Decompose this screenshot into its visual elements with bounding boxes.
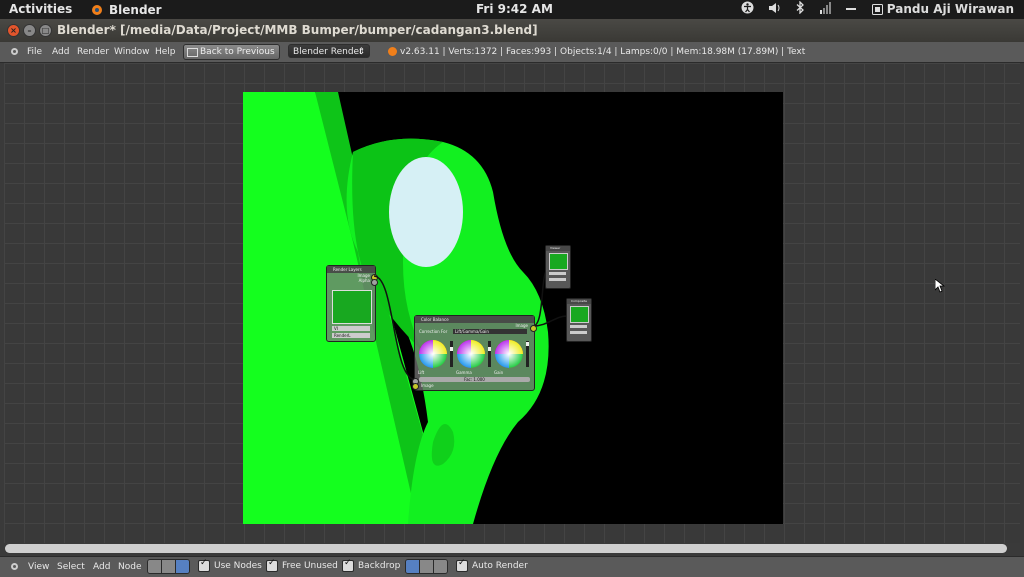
viewer-field[interactable]: [549, 272, 566, 275]
checkbox-icon: [456, 558, 468, 572]
shader-nodes-icon[interactable]: [148, 560, 162, 573]
editor-type-icon[interactable]: [10, 562, 19, 574]
node-links: [373, 269, 568, 381]
viewer-field[interactable]: [549, 278, 566, 281]
correction-label: Correction For: [419, 328, 448, 334]
composite-preview: [570, 306, 589, 323]
free-unused-toggle[interactable]: Free Unused: [266, 558, 338, 572]
backdrop-label: Backdrop: [358, 561, 401, 571]
node-editor-header: View Select Add Node Use Nodes Free Unus…: [0, 556, 1024, 577]
node-tree-type-buttons: [147, 559, 190, 574]
correction-method-select[interactable]: Lift/Gamma/Gain: [453, 328, 527, 334]
color-wheels: [418, 339, 532, 369]
alpha-icon[interactable]: [434, 560, 447, 573]
checkbox-icon: [266, 558, 278, 572]
free-unused-label: Free Unused: [282, 561, 338, 571]
composite-node-title: Composite: [567, 299, 591, 304]
menu-node[interactable]: Node: [118, 562, 142, 572]
gain-label: Gain: [494, 370, 504, 375]
backdrop-channel-buttons: [405, 559, 448, 574]
menu-select[interactable]: Select: [57, 562, 85, 572]
horizontal-scrollbar[interactable]: [5, 544, 1007, 553]
color-balance-node[interactable]: Color Balance Image Correction For Lift/…: [412, 315, 537, 391]
gamma-label: Gamma: [456, 370, 472, 375]
use-nodes-toggle[interactable]: Use Nodes: [198, 558, 262, 572]
menu-add[interactable]: Add: [93, 562, 110, 572]
wheel-labels: Lift Gamma Gain: [418, 370, 532, 375]
correction-row: Correction For Lift/Gamma/Gain: [415, 328, 534, 334]
viewer-node[interactable]: Viewer: [545, 245, 571, 289]
lift-color-wheel[interactable]: [419, 340, 447, 368]
backdrop-toggle[interactable]: Backdrop: [342, 558, 401, 572]
color-icon[interactable]: [420, 560, 434, 573]
auto-render-label: Auto Render: [472, 561, 528, 571]
gamma-color-wheel[interactable]: [457, 340, 485, 368]
composite-node[interactable]: Composite: [566, 298, 592, 342]
output-socket[interactable]: [530, 325, 537, 332]
use-nodes-label: Use Nodes: [214, 561, 262, 571]
texture-nodes-icon[interactable]: [162, 560, 176, 573]
composite-field[interactable]: [570, 331, 587, 334]
checkbox-icon: [198, 558, 210, 572]
mouse-pointer-icon: [935, 279, 945, 293]
compositing-nodes-icon[interactable]: [176, 560, 189, 573]
composite-field[interactable]: [570, 325, 587, 328]
checkbox-icon: [342, 558, 354, 572]
viewer-node-title: Viewer: [546, 246, 570, 251]
color-balance-node-title: Color Balance: [415, 316, 534, 323]
lift-label: Lift: [418, 370, 425, 375]
auto-render-toggle[interactable]: Auto Render: [456, 558, 528, 572]
gain-color-wheel[interactable]: [495, 340, 523, 368]
viewer-preview: [549, 253, 568, 270]
fac-slider[interactable]: Fac: 1.000: [419, 377, 530, 382]
color-alpha-icon[interactable]: [406, 560, 420, 573]
color-balance-input-image: Image: [421, 383, 434, 388]
menu-view[interactable]: View: [28, 562, 49, 572]
input-socket[interactable]: [412, 383, 419, 390]
